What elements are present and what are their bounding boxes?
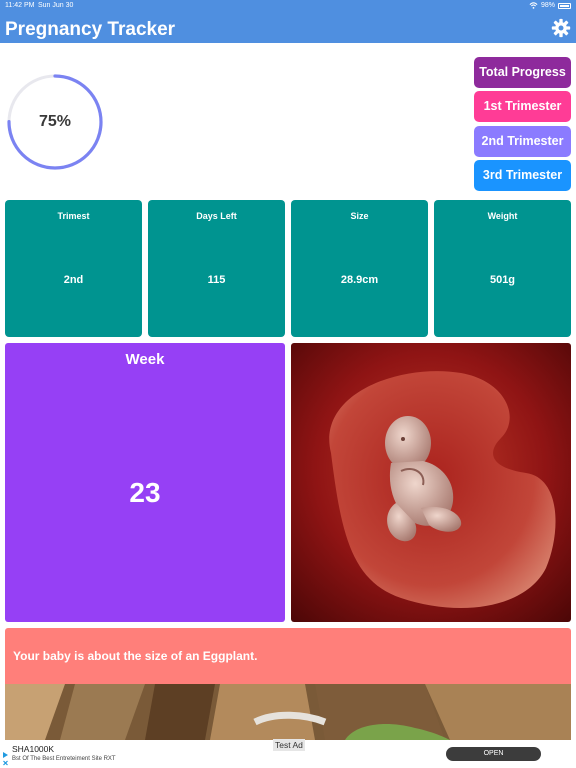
stat-value: 501g [489, 274, 516, 286]
gear-icon[interactable] [551, 18, 571, 38]
ad-title[interactable]: SHA1000K [12, 744, 54, 754]
stat-value: 2nd [63, 274, 84, 286]
stat-label: Size [350, 211, 369, 221]
ad-open-button[interactable]: OPEN [446, 747, 541, 761]
week-number: 23 [129, 477, 161, 508]
stat-card-days-left: Days Left 115 [148, 200, 285, 337]
status-date: Sun Jun 30 [38, 2, 74, 9]
ad-banner[interactable]: Test Ad SHA1000K Bst Of The Best Entrete… [0, 739, 576, 768]
ad-tag: Test Ad [273, 739, 305, 751]
stat-label: Trimest [57, 211, 90, 221]
week-label: Week [125, 351, 165, 368]
page-title: Pregnancy Tracker [5, 19, 176, 40]
battery-icon [558, 3, 571, 9]
app-root: 11:42 PM Sun Jun 30 98% Pregnancy Tracke… [0, 0, 576, 768]
second-trimester-button[interactable]: 2nd Trimester [474, 126, 571, 157]
progress-percent: 75% [38, 113, 72, 130]
week-card: Week 23 [5, 343, 285, 622]
status-bar: 11:42 PM Sun Jun 30 98% [0, 0, 576, 12]
ad-subtitle: Bst Of The Best Entreteiment Site RXT [12, 756, 116, 762]
size-banner: Your baby is about the size of an Eggpla… [5, 628, 571, 684]
nav-bar: Pregnancy Tracker [0, 12, 576, 43]
first-trimester-button[interactable]: 1st Trimester [474, 91, 571, 122]
wifi-icon [529, 2, 538, 9]
stat-card-weight: Weight 501g [434, 200, 571, 337]
stat-value: 115 [207, 274, 226, 286]
size-message: Your baby is about the size of an Eggpla… [13, 649, 258, 663]
adchoices-icon[interactable] [2, 750, 10, 766]
stat-label: Days Left [196, 211, 237, 221]
stat-card-trimester: Trimest 2nd [5, 200, 142, 337]
stat-value: 28.9cm [340, 274, 379, 286]
status-time: 11:42 PM [5, 2, 35, 9]
total-progress-button[interactable]: Total Progress [474, 57, 571, 88]
stat-label: Weight [487, 211, 518, 221]
stat-card-size: Size 28.9cm [291, 200, 428, 337]
battery-percent: 98% [540, 2, 555, 9]
eggplant-photo [5, 684, 571, 740]
third-trimester-button[interactable]: 3rd Trimester [474, 160, 571, 191]
fetus-image [291, 343, 571, 622]
